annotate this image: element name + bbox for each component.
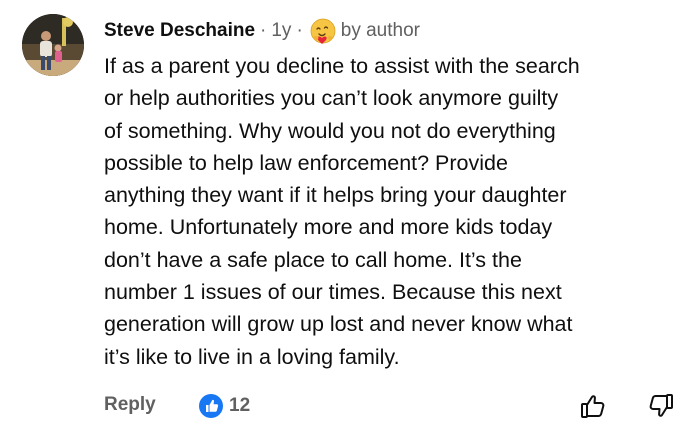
comment-text: If as a parent you decline to assist wit… bbox=[104, 54, 580, 369]
thumbs-down-icon[interactable] bbox=[646, 391, 676, 421]
reply-button[interactable]: Reply bbox=[104, 394, 156, 416]
thumbs-up-icon[interactable] bbox=[578, 391, 608, 421]
like-count: 12 bbox=[229, 395, 251, 416]
comment-time[interactable]: 1y bbox=[271, 20, 291, 42]
reaction-summary[interactable]: 12 bbox=[198, 393, 250, 419]
avatar[interactable] bbox=[22, 14, 84, 76]
heart-emoji-icon bbox=[309, 17, 337, 45]
separator-dot: · bbox=[260, 20, 267, 41]
comment-actions: Reply 12 bbox=[0, 390, 700, 426]
by-author-label: by author bbox=[340, 20, 420, 41]
avatar-photo bbox=[22, 14, 84, 76]
author-name[interactable]: Steve Deschaine bbox=[104, 20, 255, 42]
like-reaction-icon bbox=[198, 393, 224, 419]
comment-header: Steve Deschaine · 1y · by author bbox=[104, 18, 420, 44]
comment: Steve Deschaine · 1y · by author If as a… bbox=[0, 0, 700, 436]
separator-dot: · bbox=[296, 20, 303, 41]
